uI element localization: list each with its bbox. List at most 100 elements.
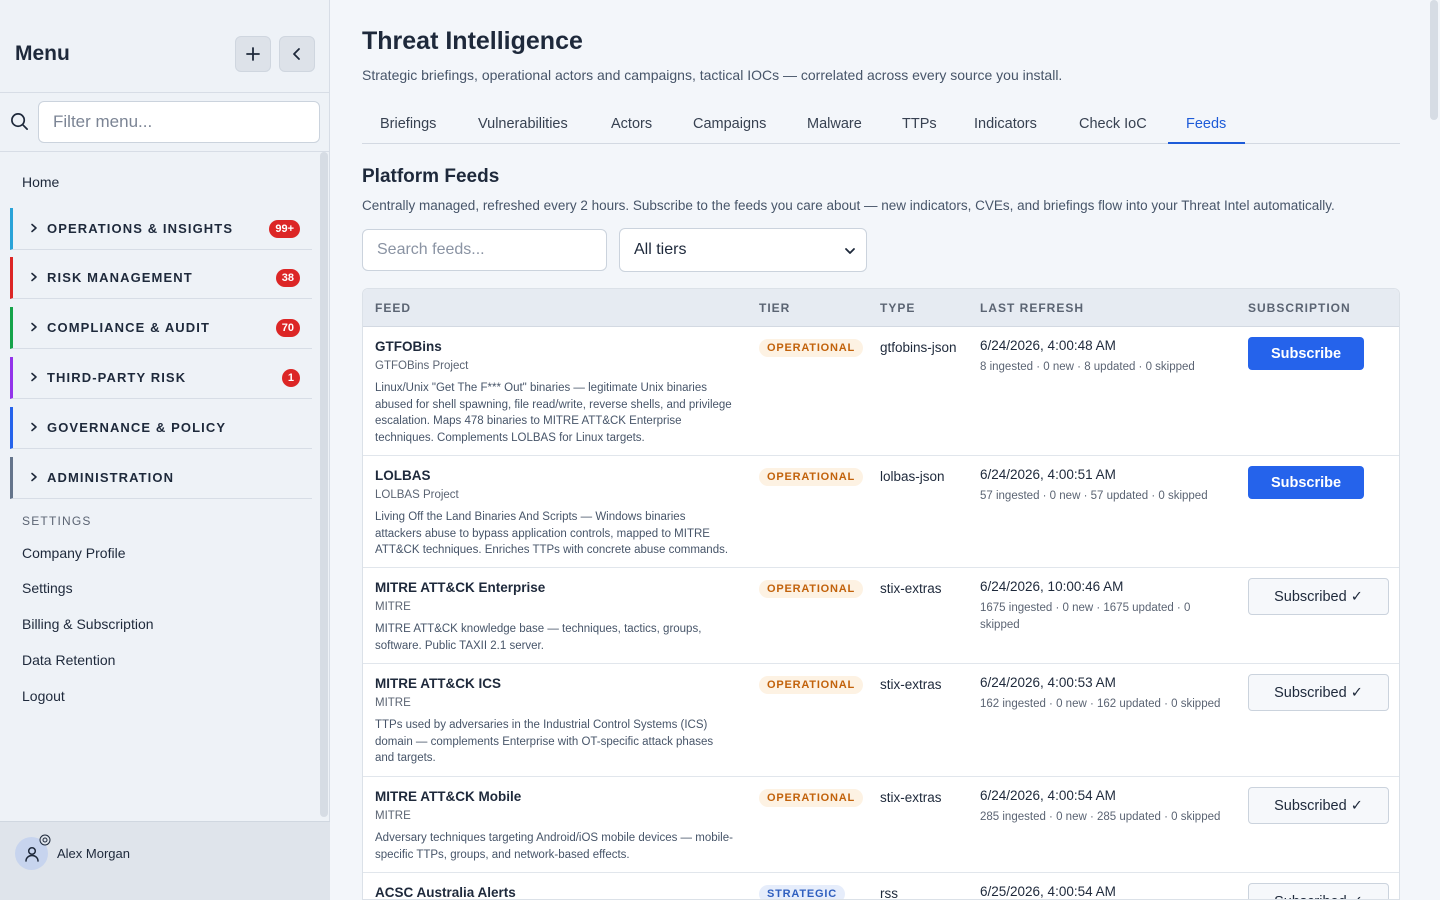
chevron-right-icon [31, 372, 37, 382]
chevron-right-icon [31, 322, 37, 332]
tier-badge: OPERATIONAL [759, 339, 864, 357]
tier-badge: OPERATIONAL [759, 789, 864, 807]
nav-group-operations-insights[interactable]: OPERATIONS & INSIGHTS 99+ [10, 208, 312, 250]
feed-type: stix-extras [880, 790, 942, 805]
feeds-table: FEED TIER TYPE LAST REFRESH SUBSCRIPTION… [362, 288, 1400, 900]
nav-data-retention[interactable]: Data Retention [22, 652, 115, 668]
nav-home[interactable]: Home [22, 174, 59, 190]
nav-group-label: RISK MANAGEMENT [47, 270, 193, 285]
last-refresh: 6/24/2026, 4:00:54 AM [980, 788, 1116, 803]
collapse-sidebar-button[interactable] [279, 36, 315, 72]
table-row: MITRE ATT&CK Mobile MITRE Adversary tech… [363, 777, 1399, 873]
user-name: Alex Morgan [57, 846, 130, 861]
chevron-left-icon [293, 48, 300, 60]
subscribe-button[interactable]: Subscribe [1248, 466, 1364, 499]
feed-publisher: LOLBAS Project [375, 489, 459, 501]
user-footer[interactable]: Alex Morgan [0, 821, 330, 900]
feed-name: MITRE ATT&CK Enterprise [375, 580, 546, 595]
feed-publisher: MITRE [375, 601, 411, 613]
nav-group-third-party-risk[interactable]: THIRD-PARTY RISK 1 [10, 357, 312, 399]
nav-group-administration[interactable]: ADMINISTRATION [10, 457, 312, 499]
avatar[interactable] [15, 834, 51, 870]
tier-badge: OPERATIONAL [759, 676, 864, 694]
section-subtitle: Centrally managed, refreshed every 2 hou… [362, 198, 1335, 213]
tab-vulnerabilities[interactable]: Vulnerabilities [460, 104, 586, 144]
feed-description: Living Off the Land Binaries And Scripts… [375, 511, 729, 556]
column-header-tier: TIER [759, 301, 791, 315]
feed-type: lolbas-json [880, 469, 945, 484]
tab-check-ioc[interactable]: Check IoC [1061, 104, 1165, 144]
feed-name: MITRE ATT&CK ICS [375, 676, 501, 691]
main-content: Threat Intelligence Strategic briefings,… [331, 0, 1440, 900]
feed-publisher: GTFOBins Project [375, 360, 469, 372]
tab-malware[interactable]: Malware [789, 104, 880, 144]
table-row: GTFOBins GTFOBins Project Linux/Unix "Ge… [363, 327, 1399, 456]
page-title: Threat Intelligence [362, 27, 583, 55]
table-row: MITRE ATT&CK Enterprise MITRE MITRE ATT&… [363, 568, 1399, 664]
page-subtitle: Strategic briefings, operational actors … [362, 67, 1063, 83]
chevron-right-icon [31, 223, 37, 233]
subscribe-button[interactable]: Subscribe [1248, 337, 1364, 370]
tab-campaigns[interactable]: Campaigns [675, 104, 784, 144]
tier-select[interactable]: All tiers [619, 228, 867, 272]
add-button[interactable] [235, 36, 271, 72]
subscribed-button[interactable]: Subscribed ✓ [1248, 578, 1389, 615]
table-row: MITRE ATT&CK ICS MITRE TTPs used by adve… [363, 664, 1399, 777]
user-icon [24, 846, 39, 862]
nav-group-governance-policy[interactable]: GOVERNANCE & POLICY [10, 407, 312, 449]
count-badge: 1 [281, 369, 300, 387]
chevron-right-icon [31, 472, 37, 482]
count-badge: 99+ [269, 220, 300, 238]
nav-billing-subscription[interactable]: Billing & Subscription [22, 616, 154, 632]
tab-ttps[interactable]: TTPs [884, 104, 955, 144]
last-refresh: 6/24/2026, 10:00:46 AM [980, 579, 1124, 594]
subscribed-button[interactable]: Subscribed ✓ [1248, 674, 1389, 711]
plus-icon [246, 47, 260, 61]
subscribed-button[interactable]: Subscribed ✓ [1248, 883, 1389, 899]
feed-description: MITRE ATT&CK knowledge base — techniques… [375, 623, 702, 652]
count-badge: 38 [275, 269, 300, 287]
feed-type: rss [880, 886, 898, 900]
main-scrollbar[interactable] [1430, 0, 1438, 120]
filter-menu-input[interactable] [38, 101, 320, 143]
last-refresh: 6/25/2026, 4:00:54 AM [980, 884, 1116, 899]
nav-company-profile[interactable]: Company Profile [22, 545, 126, 561]
feed-publisher: MITRE [375, 697, 411, 709]
refresh-stats: 57 ingested · 0 new · 57 updated · 0 ski… [980, 490, 1208, 502]
feed-type: gtfobins-json [880, 340, 957, 355]
refresh-stats: 1675 ingested · 0 new · 1675 updated · 0… [980, 602, 1191, 631]
menu-filter [0, 93, 330, 152]
table-row: ACSC Australia Alerts STRATEGIC rss 6/25… [363, 873, 1399, 900]
column-header-feed: FEED [375, 301, 412, 315]
tab-feeds[interactable]: Feeds [1168, 104, 1245, 144]
sidebar: Menu Home OPERATIONS & INSIGHTS 99+ RISK… [0, 0, 330, 900]
feed-name: ACSC Australia Alerts [375, 885, 516, 900]
column-header-subscription: SUBSCRIPTION [1248, 301, 1351, 315]
tier-badge: STRATEGIC [759, 885, 845, 899]
table-row: LOLBAS LOLBAS Project Living Off the Lan… [363, 456, 1399, 568]
nav-group-label: OPERATIONS & INSIGHTS [47, 221, 234, 236]
chevron-right-icon [31, 422, 37, 432]
feed-publisher: MITRE [375, 810, 411, 822]
sidebar-title: Menu [15, 42, 70, 65]
sidebar-scrollbar[interactable] [320, 152, 328, 817]
nav-group-label: THIRD-PARTY RISK [47, 370, 187, 385]
nav-group-label: GOVERNANCE & POLICY [47, 420, 227, 435]
table-header: FEED TIER TYPE LAST REFRESH SUBSCRIPTION [363, 289, 1399, 327]
nav-group-risk-management[interactable]: RISK MANAGEMENT 38 [10, 257, 312, 299]
last-refresh: 6/24/2026, 4:00:51 AM [980, 467, 1116, 482]
subscribed-button[interactable]: Subscribed ✓ [1248, 787, 1389, 824]
feed-description: Adversary techniques targeting Android/i… [375, 832, 733, 861]
tab-indicators[interactable]: Indicators [956, 104, 1055, 144]
tab-briefings[interactable]: Briefings [362, 104, 454, 144]
nav-group-label: COMPLIANCE & AUDIT [47, 320, 211, 335]
feed-description: Linux/Unix "Get The F*** Out" binaries —… [375, 382, 732, 444]
nav-group-compliance-audit[interactable]: COMPLIANCE & AUDIT 70 [10, 307, 312, 349]
tab-actors[interactable]: Actors [593, 104, 670, 144]
feed-name: MITRE ATT&CK Mobile [375, 789, 522, 804]
nav-settings[interactable]: Settings [22, 580, 73, 596]
search-feeds-input[interactable] [362, 229, 607, 271]
feed-type: stix-extras [880, 581, 942, 596]
feed-name: GTFOBins [375, 339, 442, 354]
nav-logout[interactable]: Logout [22, 688, 65, 704]
